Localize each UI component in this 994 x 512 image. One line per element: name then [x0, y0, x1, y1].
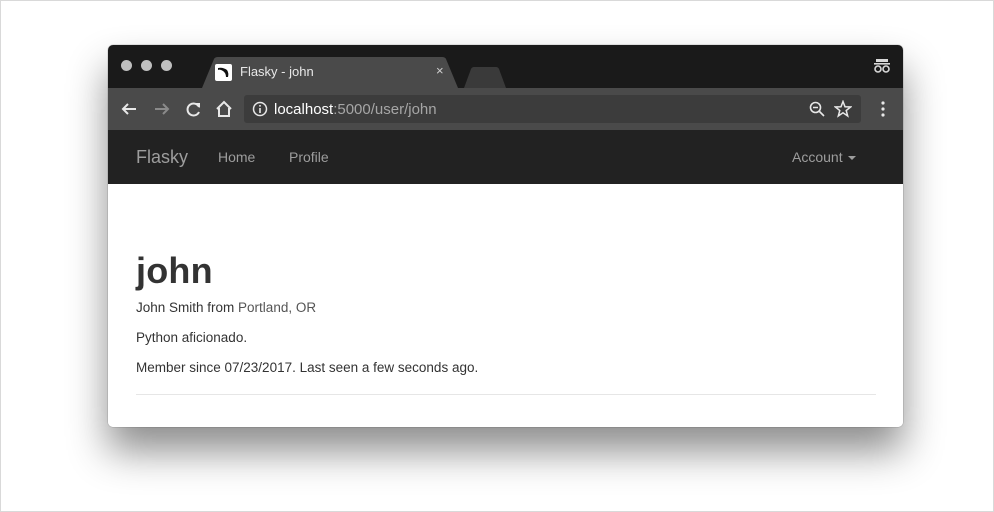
incognito-icon [874, 59, 890, 73]
profile-about: Python aficionado. [136, 330, 248, 345]
window-minimize-button[interactable] [141, 60, 152, 71]
back-arrow-icon[interactable] [120, 100, 138, 118]
address-bar[interactable]: localhost:5000/user/john [244, 95, 861, 123]
browser-toolbar: localhost:5000/user/john [108, 88, 903, 130]
tab-close-icon[interactable]: × [436, 63, 444, 78]
location-link[interactable]: Portland, OR [238, 300, 316, 315]
nav-link-home[interactable]: Home [218, 149, 255, 165]
reload-icon[interactable] [185, 100, 203, 118]
new-tab-button[interactable] [464, 67, 506, 88]
profile-member-since: Member since 07/23/2017. Last seen a few… [136, 360, 479, 375]
menu-dots-icon[interactable] [880, 100, 886, 118]
zoom-out-icon[interactable] [809, 101, 825, 117]
page-content: john John Smith from Portland, OR Python… [108, 184, 903, 427]
navbar-brand[interactable]: Flasky [136, 147, 188, 168]
home-icon[interactable] [215, 100, 233, 118]
account-label: Account [792, 149, 843, 165]
flask-favicon-icon [215, 64, 232, 81]
browser-window: Flasky - john × localhost:5000/user/john… [108, 45, 903, 427]
url-text: localhost:5000/user/john [274, 101, 437, 118]
url-host: localhost [274, 101, 334, 118]
divider [136, 394, 876, 395]
account-dropdown[interactable]: Account [792, 149, 856, 165]
tab-strip: Flasky - john × [108, 45, 903, 88]
window-close-button[interactable] [121, 60, 132, 71]
nav-link-profile[interactable]: Profile [289, 149, 329, 165]
window-zoom-button[interactable] [161, 60, 172, 71]
site-navbar: Flasky Home Profile Account [108, 130, 903, 184]
bookmark-star-icon[interactable] [834, 100, 852, 118]
caret-down-icon [847, 156, 856, 161]
profile-name-location: John Smith from Portland, OR [136, 300, 316, 315]
profile-name-prefix: John Smith from [136, 300, 239, 315]
url-path: :5000/user/john [333, 101, 437, 118]
profile-username: john [136, 250, 213, 291]
info-icon[interactable] [252, 101, 268, 117]
tab-title: Flasky - john [240, 64, 314, 79]
tab-active[interactable]: Flasky - john × [202, 57, 458, 88]
forward-arrow-icon[interactable] [153, 100, 171, 118]
